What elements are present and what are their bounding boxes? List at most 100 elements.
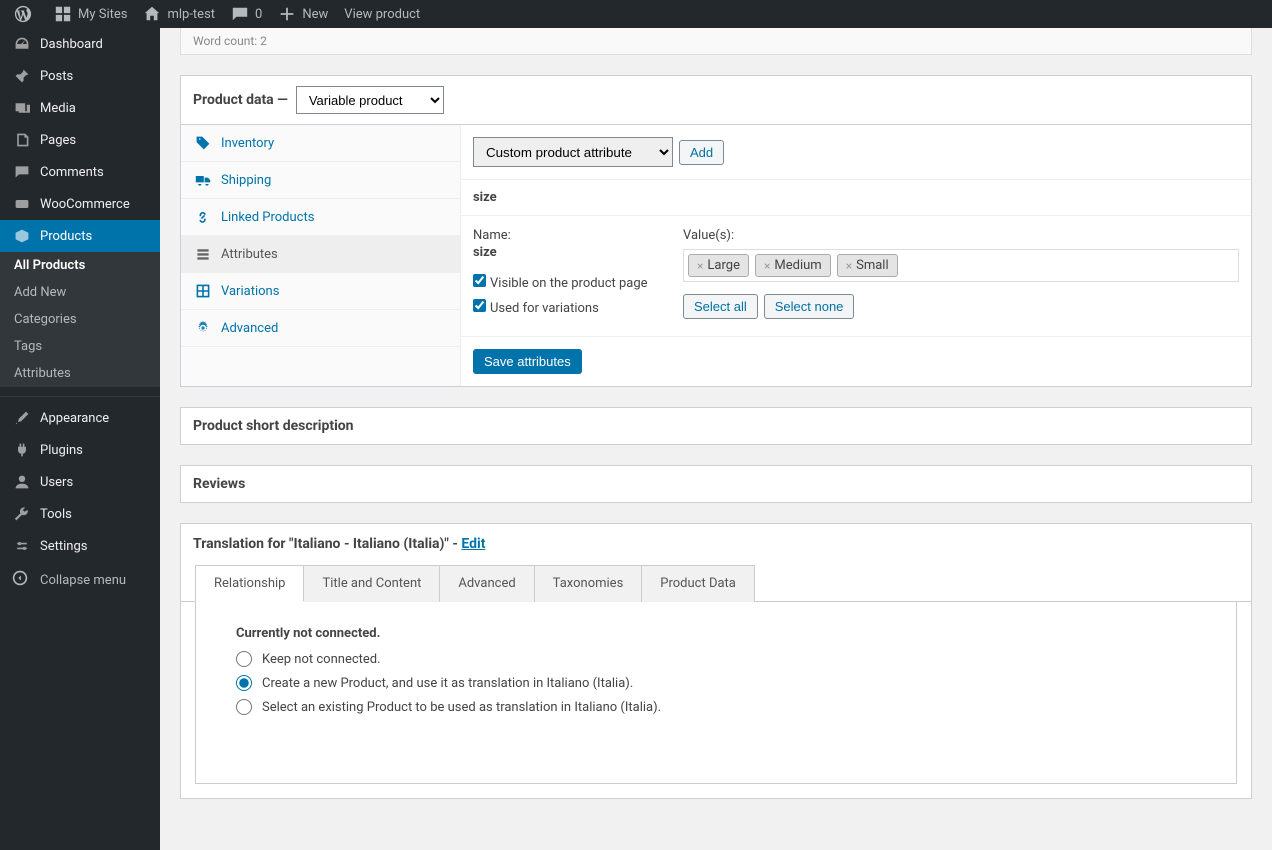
new-link[interactable]: New — [270, 0, 336, 28]
add-attribute-button[interactable]: Add — [679, 140, 724, 165]
site-name-label: mlp-test — [167, 7, 215, 22]
tag-small[interactable]: ×Small — [837, 254, 898, 277]
option-keep[interactable]: Keep not connected. — [236, 651, 1196, 667]
home-icon — [143, 5, 161, 23]
submenu-add-new[interactable]: Add New — [0, 279, 160, 306]
tab-attributes[interactable]: Attributes — [181, 236, 460, 273]
visible-checkbox-label[interactable]: Visible on the product page — [473, 274, 663, 291]
menu-dashboard[interactable]: Dashboard — [0, 28, 160, 60]
radio-select[interactable] — [236, 699, 252, 715]
menu-label: Pages — [40, 133, 76, 148]
settings-icon — [12, 538, 32, 554]
brush-icon — [12, 410, 32, 426]
product-data-label: Product data — — [193, 92, 288, 108]
tab-taxonomies[interactable]: Taxonomies — [535, 565, 643, 602]
save-attributes-button[interactable]: Save attributes — [473, 349, 582, 374]
tab-label: Linked Products — [221, 210, 314, 225]
tab-title-content[interactable]: Title and Content — [304, 565, 440, 602]
tag-medium[interactable]: ×Medium — [755, 254, 831, 277]
link-icon — [193, 209, 213, 225]
site-name-link[interactable]: mlp-test — [135, 0, 223, 28]
tab-variations[interactable]: Variations — [181, 273, 460, 310]
submenu-categories[interactable]: Categories — [0, 306, 160, 333]
attributes-panel: Custom product attribute Add size Name: … — [461, 125, 1251, 386]
tab-relationship[interactable]: Relationship — [195, 565, 304, 602]
word-count: Word count: 2 — [180, 28, 1252, 55]
my-sites-label: My Sites — [78, 7, 127, 22]
menu-comments[interactable]: Comments — [0, 156, 160, 188]
menu-label: WooCommerce — [40, 197, 130, 212]
grid-icon — [193, 283, 213, 299]
collapse-icon — [12, 570, 32, 590]
radio-keep[interactable] — [236, 651, 252, 667]
menu-tools[interactable]: Tools — [0, 498, 160, 530]
admin-bar: My Sites mlp-test 0 New View product — [0, 0, 1272, 28]
tab-label: Variations — [221, 284, 279, 299]
remove-icon[interactable]: × — [846, 259, 852, 273]
page-icon — [12, 132, 32, 148]
radio-create[interactable] — [236, 675, 252, 691]
view-product-link[interactable]: View product — [336, 0, 428, 28]
variations-checkbox-label[interactable]: Used for variations — [473, 299, 663, 316]
comments-link[interactable]: 0 — [223, 0, 270, 28]
tab-label: Advanced — [221, 321, 278, 336]
tab-advanced[interactable]: Advanced — [181, 310, 460, 347]
menu-label: Plugins — [40, 443, 83, 458]
tab-product-data[interactable]: Product Data — [642, 565, 755, 602]
translation-edit-link[interactable]: Edit — [461, 536, 485, 552]
collapse-menu[interactable]: Collapse menu — [0, 562, 160, 598]
visible-checkbox[interactable] — [473, 274, 486, 287]
menu-media[interactable]: Media — [0, 92, 160, 124]
translation-box: Translation for "Italiano - Italiano (It… — [180, 523, 1252, 799]
gear-icon — [193, 320, 213, 336]
menu-label: Dashboard — [40, 37, 103, 52]
my-sites-link[interactable]: My Sites — [46, 0, 135, 28]
menu-woocommerce[interactable]: WooCommerce — [0, 188, 160, 220]
tab-advanced[interactable]: Advanced — [440, 565, 534, 602]
tab-linked-products[interactable]: Linked Products — [181, 199, 460, 236]
products-submenu: All Products Add New Categories Tags Att… — [0, 252, 160, 387]
comment-icon — [12, 164, 32, 180]
content-area: Word count: 2 Product data — Variable pr… — [160, 28, 1272, 850]
menu-pages[interactable]: Pages — [0, 124, 160, 156]
dashboard-icon — [12, 36, 32, 52]
menu-users[interactable]: Users — [0, 466, 160, 498]
wrench-icon — [12, 506, 32, 522]
admin-menu: Dashboard Posts Media Pages Comments Woo… — [0, 28, 160, 850]
option-create[interactable]: Create a new Product, and use it as tran… — [236, 675, 1196, 691]
comment-icon — [231, 5, 249, 23]
tab-label: Attributes — [221, 247, 278, 262]
attribute-type-select[interactable]: Custom product attribute — [473, 137, 673, 167]
product-data-metabox: Product data — Variable product Inventor… — [180, 75, 1252, 387]
remove-icon[interactable]: × — [764, 259, 770, 273]
products-icon — [12, 228, 32, 244]
menu-products[interactable]: Products — [0, 220, 160, 252]
product-type-select[interactable]: Variable product — [296, 86, 444, 114]
menu-label: Products — [40, 229, 92, 244]
tag-large[interactable]: ×Large — [688, 254, 749, 277]
short-description-heading: Product short description — [181, 408, 1251, 444]
submenu-tags[interactable]: Tags — [0, 333, 160, 360]
menu-plugins[interactable]: Plugins — [0, 434, 160, 466]
menu-label: Appearance — [40, 411, 109, 426]
variations-checkbox[interactable] — [473, 299, 486, 312]
wp-logo[interactable] — [6, 0, 46, 28]
tab-shipping[interactable]: Shipping — [181, 162, 460, 199]
wordpress-icon — [14, 5, 32, 23]
tab-inventory[interactable]: Inventory — [181, 125, 460, 162]
menu-posts[interactable]: Posts — [0, 60, 160, 92]
attribute-title[interactable]: size — [461, 180, 1251, 216]
menu-appearance[interactable]: Appearance — [0, 402, 160, 434]
short-description-box[interactable]: Product short description — [180, 407, 1252, 445]
select-all-button[interactable]: Select all — [683, 294, 758, 319]
submenu-attributes[interactable]: Attributes — [0, 360, 160, 387]
value-tags[interactable]: ×Large ×Medium ×Small — [683, 249, 1239, 282]
submenu-all-products[interactable]: All Products — [0, 252, 160, 279]
values-label: Value(s): — [683, 228, 1239, 243]
menu-settings[interactable]: Settings — [0, 530, 160, 562]
remove-icon[interactable]: × — [697, 259, 703, 273]
reviews-box[interactable]: Reviews — [180, 465, 1252, 503]
select-none-button[interactable]: Select none — [764, 294, 855, 319]
tab-label: Shipping — [221, 173, 271, 188]
option-select[interactable]: Select an existing Product to be used as… — [236, 699, 1196, 715]
